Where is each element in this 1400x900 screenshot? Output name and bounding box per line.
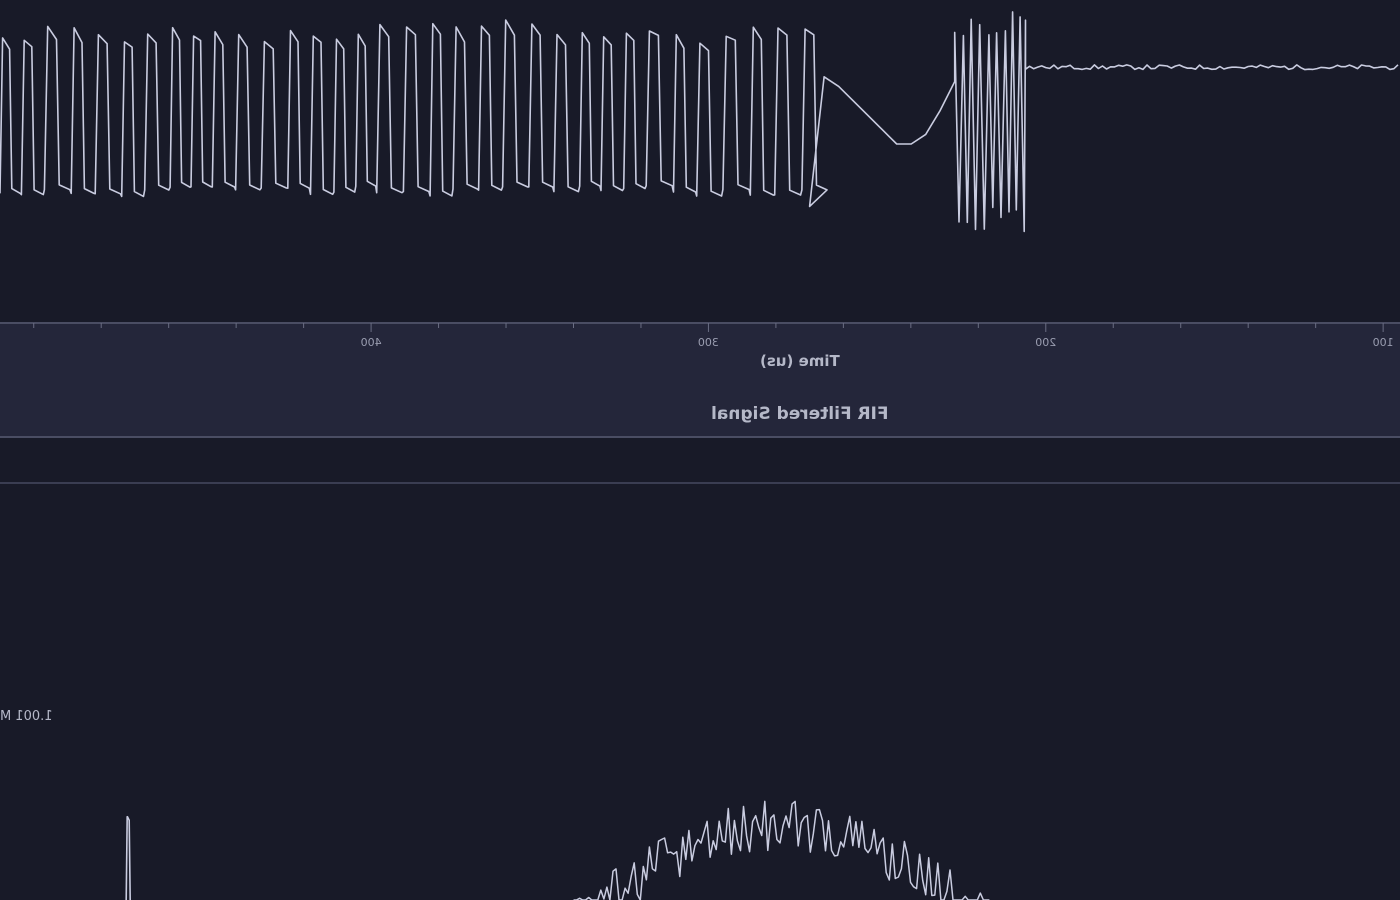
x-tick-label: 200 (1035, 336, 1056, 349)
y-tick-label-text: 1.001 M (0, 709, 53, 724)
signal-charts: 400 300 200 100 (0, 11, 1399, 900)
x-axis-title-text: Time (us) (760, 352, 840, 370)
x-tick-label: 100 (1373, 336, 1394, 349)
raw-signal-line (0, 11, 1399, 233)
filtered-chart-title-text: FIR Filtered Signal (711, 404, 889, 424)
x-tick-label: 300 (698, 336, 719, 349)
x-axis-title: Time (us) (0, 352, 1400, 370)
filtered-chart-title: FIR Filtered Signal (0, 404, 1400, 424)
y-tick-label: 1.001 M (0, 709, 53, 724)
x-tick-label: 400 (361, 336, 382, 349)
x-axis-ticks (33, 323, 1384, 332)
filtered-signal-spike (125, 815, 131, 900)
filtered-signal-line (573, 800, 990, 900)
